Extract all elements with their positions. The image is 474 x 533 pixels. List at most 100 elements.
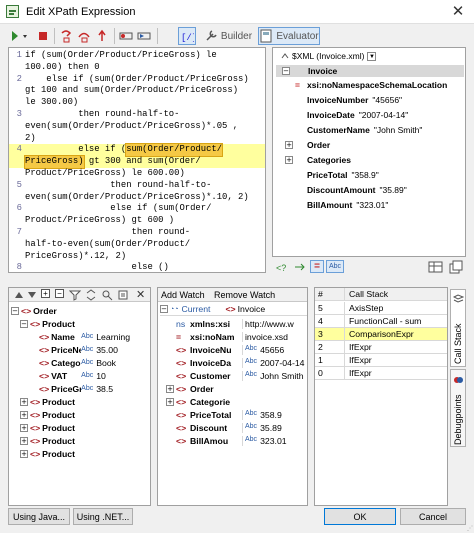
call-stack-row[interactable]: 4 FunctionCall - sum [315,314,447,328]
tree-item[interactable]: InvoiceNumber "45656" [285,94,402,106]
expand-icon[interactable] [29,346,37,354]
expand-icon[interactable] [29,385,37,393]
expand-icon[interactable]: + [20,436,28,445]
remove-watch-button[interactable]: Remove Watch [214,290,275,300]
evaluator-tab[interactable]: Evaluator [258,27,320,45]
expand-icon[interactable] [29,372,37,380]
xml-node-row[interactable]: <>CategoryAbcBook [29,356,116,369]
tree-root-row[interactable]: − Invoice [276,65,464,77]
tree-item[interactable]: InvoiceDate "2007-04-14" [285,109,408,121]
grid-view-icon[interactable] [428,260,444,274]
collapse-icon[interactable]: − [160,305,168,313]
expand-icon[interactable] [166,346,174,354]
expand-icon[interactable] [285,81,293,89]
expand-icon[interactable] [285,96,293,104]
expand-icon[interactable] [166,411,174,419]
tree-item[interactable]: + Order [285,139,334,151]
chevron-down-icon[interactable]: ▼ [367,51,377,61]
builder-tab[interactable]: Builder [202,27,254,45]
expand-icon[interactable]: + [20,449,28,458]
call-stack-row[interactable]: 0 IfExpr [315,366,447,380]
xpath-editor[interactable]: 1 if (sum(Order/Product/PriceGross) le 100… [8,47,266,273]
tab-debugpoints[interactable]: Debugpoints [450,369,466,447]
using-net-button[interactable]: Using .NET... [73,508,133,525]
xpath-arrow-icon[interactable]: <? [276,262,290,272]
expand-icon[interactable] [166,437,174,445]
expand-icon[interactable] [29,333,37,341]
expand-icon[interactable]: + [285,156,293,164]
text-node-toggle[interactable]: Abc [326,260,344,273]
using-java-button[interactable]: Using Java... [8,508,70,525]
tree-item[interactable]: PriceTotal "358.9" [285,169,379,181]
tree-item[interactable]: BillAmount "323.01" [285,199,388,211]
sync-arrow-icon[interactable] [294,262,306,272]
expand-icon[interactable]: − [20,319,28,328]
step-into-button[interactable] [58,27,74,45]
arrow-up-icon[interactable] [14,290,24,300]
expand-icon[interactable] [285,111,293,119]
expand-icon[interactable] [285,171,293,179]
watch-row[interactable]: <> BillAmou Abc 323.01 [166,434,307,447]
add-watch-button[interactable]: Add Watch [161,290,205,300]
resize-grip[interactable]: ⋰ [467,525,473,532]
expand-icon[interactable] [166,359,174,367]
copy-icon[interactable] [448,260,464,274]
ok-button[interactable]: OK [324,508,396,525]
xml-node-row[interactable]: + <> Product [20,434,75,447]
xml-node-row[interactable]: − <> Product [20,317,75,330]
xml-node-row[interactable]: <>PriceGrossAbc38.5 [29,382,113,395]
tab-call-stack[interactable]: Call Stack [450,289,466,367]
step-out-button[interactable] [94,27,110,45]
xpath-mode-button[interactable]: [/] [178,27,196,45]
close-button[interactable]: ✕ [449,4,467,20]
tree-item[interactable]: DiscountAmount "35.89" [285,184,407,196]
xml-node-row[interactable]: + <> Product [20,421,75,434]
xml-node-row[interactable]: <> Name Abc Learning [29,330,130,343]
watch-row[interactable]: + <> Categorie [166,395,307,408]
watch-row[interactable]: <> Customer Abc John Smith [166,369,307,382]
step-over-button[interactable] [76,27,92,45]
expand-icon[interactable] [285,186,293,194]
collapse-all-icon[interactable]: − [55,289,64,298]
watch-row[interactable]: <> InvoiceNu Abc 45656 [166,343,307,356]
watch-row[interactable]: <> InvoiceDa Abc 2007-04-14 [166,356,307,369]
watch-row[interactable]: <> PriceTotal Abc 358.9 [166,408,307,421]
call-stack-row[interactable]: 2 IfExpr [315,340,447,354]
find-icon[interactable] [101,289,113,301]
expand-icon[interactable] [166,424,174,432]
expand-icon[interactable] [166,320,174,328]
expand-all-icon[interactable]: + [41,289,50,298]
filter-icon[interactable] [69,289,81,301]
xml-node-row[interactable]: <> VAT Abc 10 [29,369,106,382]
xml-node-row[interactable]: <>PriceNetAbc35.00 [29,343,118,356]
expand-icon[interactable]: + [166,384,174,393]
xml-node-row[interactable]: + <> Product [20,408,75,421]
xml-source-selector[interactable]: $XML (Invoice.xml) ▼ [281,50,377,62]
settings-icon[interactable] [117,289,129,301]
expand-icon[interactable]: + [20,397,28,406]
call-stack-row[interactable]: 1 IfExpr [315,353,447,367]
cancel-button[interactable]: Cancel [400,508,466,525]
insert-breakpoint-button[interactable] [118,27,134,45]
equals-icon[interactable]: = [310,260,324,273]
run-debug-button[interactable] [8,27,32,45]
expand-icon[interactable] [166,333,174,341]
expand-icon[interactable] [29,359,37,367]
call-stack-row[interactable]: 5 AxisStep [315,301,447,315]
watch-row[interactable]: + <> Order [166,382,307,395]
expand-icon[interactable] [285,201,293,209]
xml-node-row[interactable]: − <> Order [11,304,57,317]
stop-button[interactable] [36,27,50,45]
expand-icon[interactable] [166,372,174,380]
close-icon[interactable]: ✕ [136,288,145,301]
expand-icon[interactable]: − [11,306,19,315]
expand-icon[interactable] [85,289,97,301]
tree-item[interactable]: + Categories [285,154,355,166]
expand-icon[interactable] [285,126,293,134]
expand-icon[interactable]: + [285,141,293,149]
expand-icon[interactable]: + [20,423,28,432]
tree-item[interactable]: = xsi:noNamespaceSchemaLocation [285,79,451,91]
tree-item[interactable]: CustomerName "John Smith" [285,124,422,136]
expand-icon[interactable]: + [166,397,174,406]
collapse-icon[interactable]: − [282,67,290,75]
